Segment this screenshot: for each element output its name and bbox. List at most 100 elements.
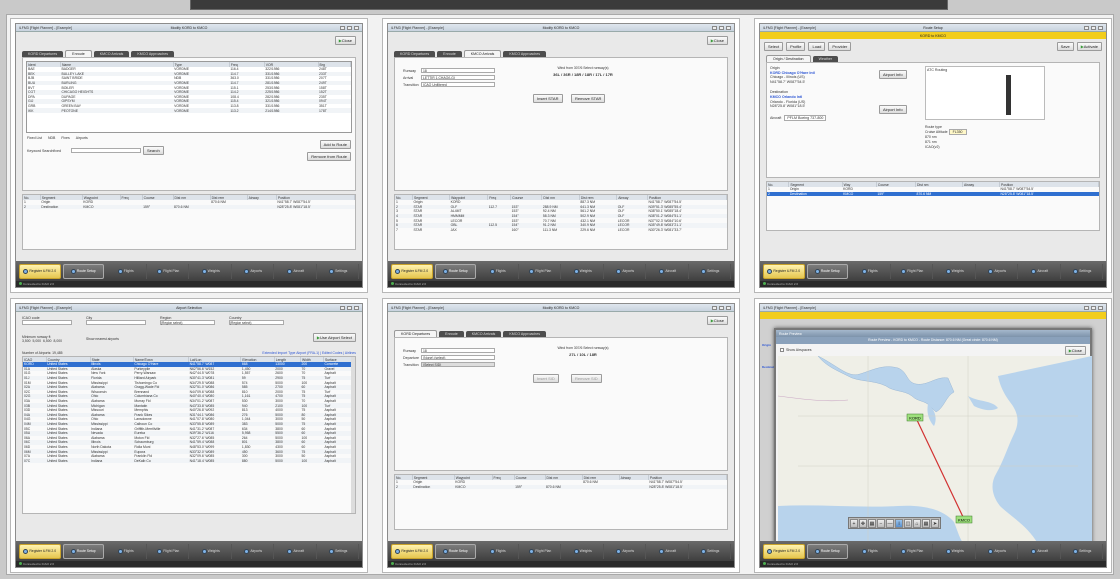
tab-arrivals[interactable]: KMCO Arrivals <box>463 50 502 57</box>
close-icon[interactable] <box>726 305 731 310</box>
filter-airports[interactable]: Airports <box>76 136 88 140</box>
search-button[interactable]: Search <box>143 146 164 155</box>
tab-departures[interactable]: KORD Departures <box>394 330 438 337</box>
aircraft-select[interactable]: PFLM Boeing 737-800 <box>784 114 827 122</box>
nav-route-setup[interactable]: Route Setup <box>806 543 848 559</box>
nearest-label[interactable]: Show nearest airports <box>86 337 119 341</box>
nav-register-ilfm-2-0[interactable]: Register iLFM 2.0 <box>391 263 433 279</box>
runway-input[interactable]: 18 <box>421 348 495 353</box>
nav-flights[interactable]: Flights <box>850 543 891 559</box>
nav-flight-plan[interactable]: Flight Plan <box>521 543 561 559</box>
nav-route-setup[interactable]: Route Setup <box>434 543 476 559</box>
close-icon[interactable] <box>354 305 359 310</box>
nav-register-ilfm-2-0[interactable]: Register iLFM 2.0 <box>19 543 61 559</box>
route-table[interactable]: No. Segment Waypoint Freq Course Dist nm Dist … <box>395 195 728 233</box>
waypoint-list[interactable]: Ident Name Type Freq VOR Brg BAE BADGER VORDME 11… <box>26 61 352 133</box>
arrival-input[interactable]: LETTIR 1.CHAO(LG) <box>421 75 495 80</box>
minimize-icon[interactable] <box>712 305 717 310</box>
close-button[interactable]: Close <box>334 35 356 45</box>
thumbnail-airport-selection[interactable]: iLFM3 [Flight Planner] - [Example] Airpo… <box>10 298 368 573</box>
close-icon[interactable] <box>1098 305 1103 310</box>
window-controls[interactable] <box>1084 25 1103 30</box>
window-controls[interactable] <box>712 25 731 30</box>
minimize-icon[interactable] <box>340 25 345 30</box>
minimize-icon[interactable] <box>712 25 717 30</box>
nav-weights[interactable]: Weights <box>191 543 232 559</box>
close-icon[interactable] <box>1098 25 1103 30</box>
close-button[interactable]: Close <box>706 315 728 325</box>
layers-icon[interactable]: ▦ <box>868 519 876 528</box>
minimize-icon[interactable] <box>1084 25 1089 30</box>
use-airport-button[interactable]: Use Airport Select <box>312 333 356 342</box>
airport-table[interactable]: ICAO Country State Name/Town Lat/Lon Elevatio… <box>23 357 355 464</box>
minimize-icon[interactable] <box>1084 305 1089 310</box>
runway-option[interactable]: 8,000 <box>54 339 63 343</box>
table-row[interactable]: IKK PEOTONE VORDME 113.2 214/1986 178T <box>27 108 351 113</box>
maximize-icon[interactable] <box>719 25 724 30</box>
nav-aircraft[interactable]: Aircraft <box>1020 263 1061 279</box>
origin-info-button[interactable]: Airport Info <box>879 70 907 79</box>
zoom-in-icon[interactable]: + <box>850 519 858 528</box>
info-icon[interactable]: i <box>895 519 903 528</box>
nav-route-setup[interactable]: Route Setup <box>62 263 104 279</box>
nav-route-setup[interactable]: Route Setup <box>434 263 476 279</box>
profile-button[interactable]: Profile <box>786 41 806 51</box>
thumbnail-route-preview[interactable]: iLFM3 [Flight Planner] - [Example] Origi… <box>754 298 1112 573</box>
nav-flights[interactable]: Flights <box>106 543 147 559</box>
nav-weights[interactable]: Weights <box>191 263 232 279</box>
nav-flight-plan[interactable]: Flight Plan <box>893 263 933 279</box>
route-table[interactable]: No. Segment Way Course Dist nm Airway Position… <box>767 182 1100 197</box>
nav-flights[interactable]: Flights <box>106 263 147 279</box>
nav-weights[interactable]: Weights <box>563 543 604 559</box>
pan-icon[interactable]: ✥ <box>859 519 867 528</box>
route-table[interactable]: No. Segment Waypoint Freq Course Dist nm Dist … <box>23 195 356 210</box>
nav-flights[interactable]: Flights <box>478 263 519 279</box>
save-button[interactable]: Save <box>1056 41 1074 51</box>
nav-register-ilfm-2-0[interactable]: Register iLFM 2.0 <box>391 543 433 559</box>
nav-weights[interactable]: Weights <box>935 543 976 559</box>
nav-aircraft[interactable]: Aircraft <box>276 263 317 279</box>
nav-flights[interactable]: Flights <box>850 263 891 279</box>
window-controls[interactable] <box>340 305 359 310</box>
nav-airports[interactable]: Airports <box>978 543 1018 559</box>
runway-list[interactable]: 36L / 36R / 18R / 18R / 17L / 17R <box>533 72 633 77</box>
maximize-icon[interactable] <box>347 25 352 30</box>
nav-aircraft[interactable]: Aircraft <box>648 263 689 279</box>
table-row[interactable]: 2 Destination KMCO 159° 870.6 NM N28°25.8' W0… <box>767 191 1099 197</box>
runway-option[interactable]: 5,000 <box>33 339 42 343</box>
runway-option[interactable]: 3,500 <box>22 339 31 343</box>
keyword-input[interactable] <box>71 148 141 153</box>
nav-weights[interactable]: Weights <box>563 263 604 279</box>
remove-sid-button[interactable]: Remove SID <box>571 374 602 383</box>
runway-option[interactable]: 6,500 <box>43 339 52 343</box>
select-button[interactable]: Select <box>764 41 784 51</box>
print-icon[interactable]: ◫ <box>904 519 912 528</box>
nav-flight-plan[interactable]: Flight Plan <box>149 263 189 279</box>
zoom-out-icon[interactable]: − <box>877 519 885 528</box>
transition-input[interactable]: (Select SID) <box>421 362 495 367</box>
filter-fixes[interactable]: Fixes <box>61 136 69 140</box>
route-table[interactable]: No. Segment Waypoint Freq Course Dist nm Dist … <box>395 475 728 490</box>
table-row[interactable]: 7 STAR JAX 160° 111.3 NM 229.6 NM LECOR N30°26.… <box>395 228 727 233</box>
maximize-icon[interactable] <box>347 305 352 310</box>
add-to-route-button[interactable]: Add to Route <box>319 140 351 149</box>
thumbnail-departures[interactable]: iLFM3 [Flight Planner] - [Example] Modif… <box>382 298 740 573</box>
routing-scrollbar[interactable] <box>1006 75 1011 115</box>
nav-flight-plan[interactable]: Flight Plan <box>149 543 189 559</box>
nav-settings[interactable]: Settings <box>691 263 731 279</box>
maximize-icon[interactable] <box>719 305 724 310</box>
nav-airports[interactable]: Airports <box>234 543 274 559</box>
nav-weights[interactable]: Weights <box>935 263 976 279</box>
preview-close-button[interactable]: Close <box>1064 345 1086 355</box>
ruler-icon[interactable]: ― <box>886 519 894 528</box>
runway-input[interactable]: 18 <box>421 68 495 73</box>
departure-input[interactable]: (None) (select) <box>421 355 495 360</box>
nav-aircraft[interactable]: Aircraft <box>1020 543 1061 559</box>
maximize-icon[interactable] <box>1091 25 1096 30</box>
window-controls[interactable] <box>340 25 359 30</box>
table-row[interactable]: 2 Destination KMCO 159° 870.6 NM N28°25.8' W0… <box>23 204 355 210</box>
nav-aircraft[interactable]: Aircraft <box>276 543 317 559</box>
nav-register-ilfm-2-0[interactable]: Register iLFM 2.0 <box>19 263 61 279</box>
table-scrollbar[interactable] <box>351 357 355 513</box>
thumbnail-enroute[interactable]: iLFM3 [Flight Planner] - [Example] Modif… <box>10 18 368 293</box>
